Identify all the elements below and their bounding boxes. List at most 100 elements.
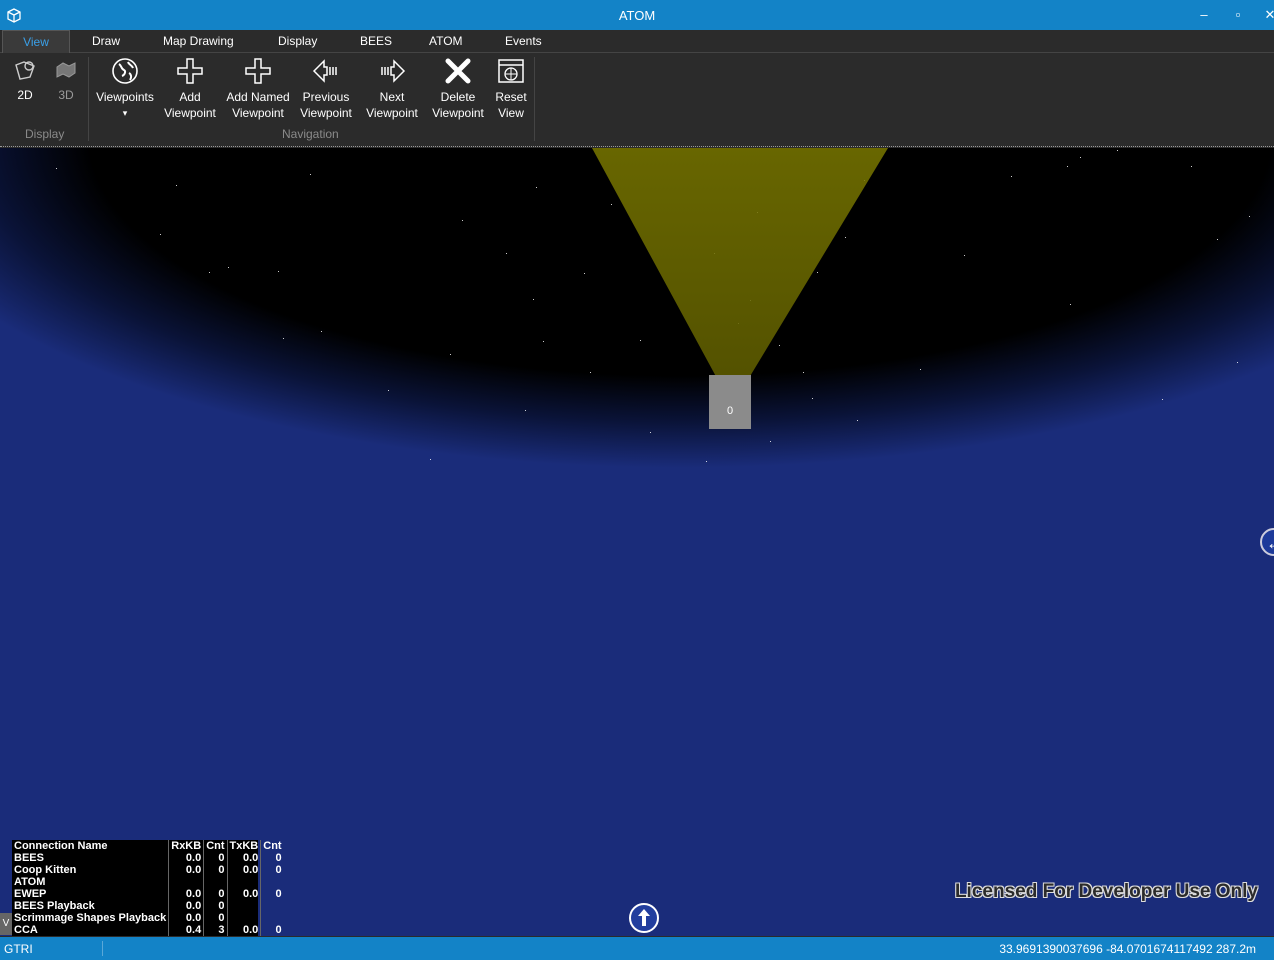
group-separator [534, 57, 535, 141]
cell [226, 900, 261, 912]
delete-viewpoint-button[interactable]: Delete Viewpoint [430, 57, 486, 121]
reset-label-1: Reset [495, 90, 527, 104]
title-bar: ATOM – ▫ ✕ [0, 0, 1274, 30]
tab-display[interactable]: Display [274, 30, 321, 52]
view-3d-label: 3D [58, 88, 74, 102]
cell: 0 [203, 864, 228, 876]
cell [260, 876, 284, 888]
cell: BEES Playback [14, 900, 95, 912]
cell: 0.0 [226, 888, 261, 900]
cell: Coop Kitten [14, 864, 77, 876]
add-viewpoint-button[interactable]: Add Viewpoint [162, 57, 218, 121]
cell: 0.0 [168, 852, 204, 864]
cell: 0 [203, 852, 228, 864]
tab-atom[interactable]: ATOM [425, 30, 467, 52]
column-header: Connection Name [14, 840, 108, 852]
cell [203, 876, 228, 888]
delete-x-icon [445, 58, 471, 84]
cell [260, 912, 284, 924]
table-row: BEES Playback 0.0 0 [12, 900, 284, 912]
connection-table-toggle[interactable]: V [0, 913, 12, 935]
reset-view-button[interactable]: Reset View [494, 57, 528, 121]
tab-draw[interactable]: Draw [88, 30, 124, 52]
cell: ATOM [14, 876, 46, 888]
track-marker[interactable]: 0 [709, 375, 751, 429]
connection-table: Connection Name RxKB Cnt TxKB Cnt BEES 0… [12, 840, 284, 936]
sensor-cone [592, 148, 888, 406]
add-named-label-2: Viewpoint [232, 106, 284, 120]
cell: 0 [203, 900, 228, 912]
table-row: Coop Kitten 0.0 0 0.0 0 [12, 864, 284, 876]
tab-events[interactable]: Events [501, 30, 546, 52]
cell: CCA [14, 924, 38, 936]
map-3d-icon [56, 62, 76, 78]
delete-label-2: Viewpoint [432, 106, 484, 120]
previous-label-1: Previous [302, 90, 350, 104]
add-named-label-1: Add Named [226, 90, 290, 104]
group-separator [88, 57, 89, 141]
cell: 0 [260, 888, 284, 900]
table-row: ATOM [12, 876, 284, 888]
cell: 0 [203, 888, 228, 900]
navigation-group-label: Navigation [282, 127, 339, 141]
cell [226, 876, 261, 888]
close-button[interactable]: ✕ [1258, 4, 1274, 26]
next-viewpoint-button[interactable]: Next Viewpoint [364, 57, 420, 121]
cell: EWEP [14, 888, 47, 900]
tab-map-drawing[interactable]: Map Drawing [159, 30, 238, 52]
view-2d-label: 2D [17, 88, 33, 102]
viewpoints-label: Viewpoints [96, 90, 154, 104]
status-org: GTRI [4, 942, 33, 956]
status-coordinates: 33.9691390037696 -84.0701674117492 287.2… [999, 942, 1256, 956]
plus-icon [245, 58, 271, 84]
cell: 0.0 [226, 924, 261, 936]
view-3d-button[interactable]: 3D [51, 57, 81, 103]
next-label-2: Viewpoint [366, 106, 418, 120]
table-row: EWEP 0.0 0 0.0 0 [12, 888, 284, 900]
display-group-label: Display [25, 127, 65, 141]
column-header: Cnt [260, 840, 284, 852]
reset-view-icon [498, 59, 524, 83]
cell [226, 912, 261, 924]
table-header-row: Connection Name RxKB Cnt TxKB Cnt [12, 840, 284, 852]
ribbon: 2D 3D Display Viewpoints ▾ Add Viewpoint… [0, 53, 1274, 147]
arrow-right-icon [381, 59, 406, 83]
cell: 0 [260, 852, 284, 864]
cell: 0.4 [168, 924, 204, 936]
previous-label-2: Viewpoint [300, 106, 352, 120]
plus-icon [177, 58, 203, 84]
cell: 3 [203, 924, 228, 936]
add-viewpoint-label-1: Add [179, 90, 201, 104]
chevron-down-icon: ▾ [122, 108, 128, 118]
reset-label-2: View [498, 106, 524, 120]
cell: 0.0 [168, 900, 204, 912]
tab-bees[interactable]: BEES [356, 30, 396, 52]
compass-north-icon[interactable] [629, 903, 659, 933]
cell [260, 900, 284, 912]
table-row: CCA 0.4 3 0.0 0 [12, 924, 284, 936]
view-2d-button[interactable]: 2D [10, 57, 40, 103]
maximize-button[interactable]: ▫ [1226, 4, 1250, 26]
add-named-viewpoint-button[interactable]: Add Named Viewpoint [224, 57, 292, 121]
license-watermark: Licensed For Developer Use Only [954, 881, 1258, 902]
minimize-button[interactable]: – [1192, 4, 1216, 26]
status-separator [102, 941, 103, 956]
viewpoints-button[interactable]: Viewpoints ▾ [94, 57, 156, 121]
cell: Scrimmage Shapes Playback [14, 912, 167, 924]
previous-viewpoint-button[interactable]: Previous Viewpoint [298, 57, 354, 121]
map-2d-icon [15, 61, 35, 80]
cell: 0 [203, 912, 228, 924]
cell: 0.0 [168, 864, 204, 876]
map-view[interactable]: 0 ← Licensed For Developer Use Only Conn… [0, 148, 1274, 936]
add-viewpoint-label-2: Viewpoint [164, 106, 216, 120]
next-label-1: Next [379, 90, 405, 104]
table-row: Scrimmage Shapes Playback 0.0 0 [12, 912, 284, 924]
arrow-left-icon [312, 59, 337, 83]
column-header: Cnt [203, 840, 228, 852]
column-header: TxKB [226, 840, 261, 852]
tab-view[interactable]: View [2, 30, 70, 53]
cell: 0.0 [226, 864, 261, 876]
cell: 0.0 [226, 852, 261, 864]
cell: 0 [260, 864, 284, 876]
cell: 0 [260, 924, 284, 936]
